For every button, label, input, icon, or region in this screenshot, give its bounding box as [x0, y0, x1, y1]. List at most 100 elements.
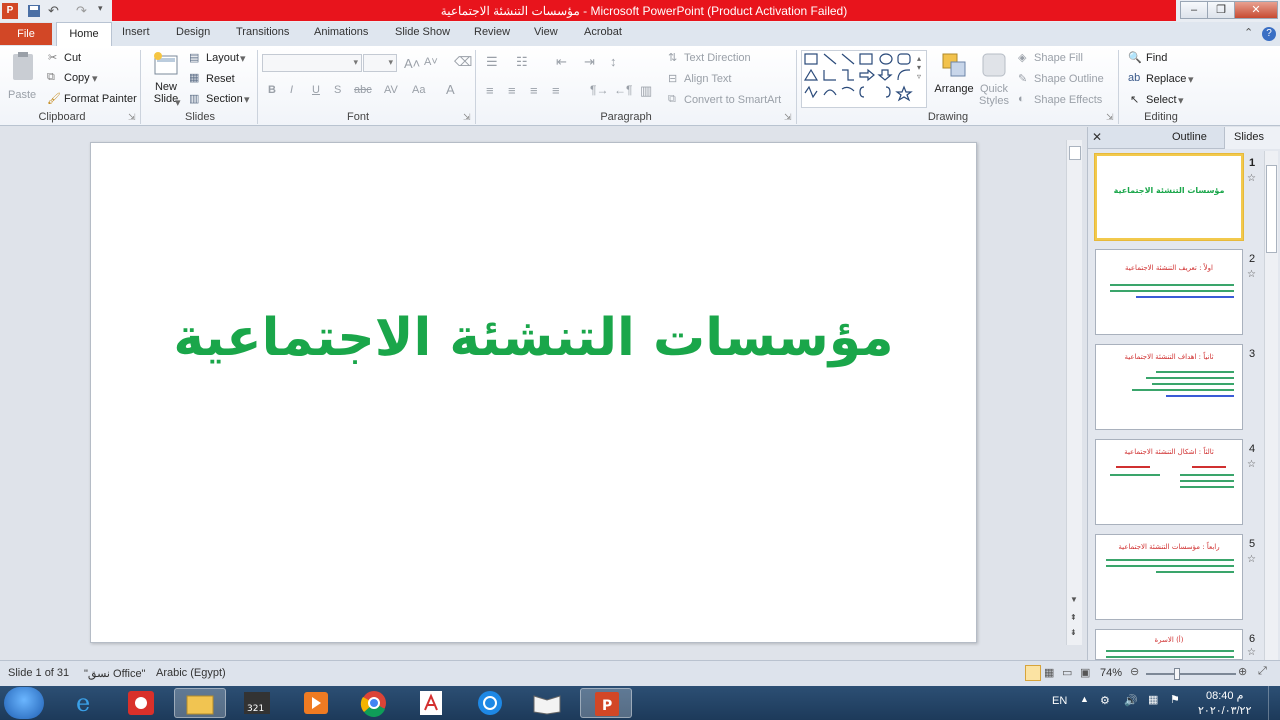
shape-effects-button[interactable]: Shape Effects	[1034, 94, 1102, 106]
volume-icon[interactable]: 🔊	[1124, 694, 1138, 707]
tab-home[interactable]: Home	[56, 22, 112, 46]
layout-dropdown-icon[interactable]: ▾	[240, 52, 246, 65]
slide-sorter-view-icon[interactable]: ▦	[1044, 666, 1054, 679]
redo-icon[interactable]: ↷	[76, 3, 92, 19]
ltr-icon[interactable]: ¶→	[590, 83, 608, 97]
slide-thumbnail-2[interactable]: اولاً : تعريف التنشئة الاجتماعية	[1095, 249, 1243, 335]
font-size-select[interactable]: ▾	[363, 54, 397, 72]
slide-thumbnail-5[interactable]: رابعاً : مؤسسات التنشئة الاجتماعية	[1095, 534, 1243, 620]
font-launcher-icon[interactable]: ⇲	[463, 112, 471, 123]
paragraph-launcher-icon[interactable]: ⇲	[784, 112, 792, 123]
zoom-slider[interactable]	[1146, 668, 1236, 680]
copy-dropdown-icon[interactable]: ▾	[92, 72, 98, 85]
taskbar-explorer-icon[interactable]	[174, 688, 226, 718]
minimize-button[interactable]: –	[1180, 1, 1208, 19]
powerpoint-logo-icon[interactable]: P	[2, 3, 18, 19]
close-button[interactable]: ✕	[1234, 1, 1278, 19]
section-dropdown-icon[interactable]: ▾	[244, 93, 250, 106]
zoom-slider-thumb[interactable]	[1174, 668, 1180, 680]
zoom-in-icon[interactable]: ⊕	[1238, 665, 1247, 678]
shapes-gallery[interactable]	[801, 50, 927, 108]
justify-icon[interactable]: ≡	[552, 83, 560, 98]
shape-outline-button[interactable]: Shape Outline	[1034, 73, 1104, 85]
quick-styles-button[interactable]: Quick Styles	[976, 50, 1012, 108]
taskbar-sync-icon[interactable]	[464, 688, 516, 718]
clear-formatting-icon[interactable]: ⌫	[454, 54, 472, 70]
next-slide-icon[interactable]: ⇟	[1070, 628, 1077, 637]
slide-title[interactable]: مؤسسات التنشئة الاجتماعية	[91, 308, 976, 368]
taskbar-acrobat-icon[interactable]	[406, 688, 458, 718]
taskbar-media-icon[interactable]	[290, 688, 342, 718]
slide-thumbnail-1[interactable]: مؤسسات التنشئة الاجتماعية	[1095, 154, 1243, 240]
tab-design[interactable]: Design	[176, 26, 210, 38]
change-case-icon[interactable]: Aa	[412, 84, 425, 96]
taskbar-powerpoint-icon[interactable]: P	[580, 688, 632, 718]
slide-show-view-icon[interactable]: ▣	[1080, 666, 1090, 679]
language-bar[interactable]: EN	[1052, 695, 1067, 707]
taskbar-media-player-classic-icon[interactable]: 321	[232, 688, 284, 718]
tab-acrobat[interactable]: Acrobat	[584, 26, 622, 38]
scroll-thumb[interactable]	[1069, 146, 1081, 160]
text-direction-button[interactable]: Text Direction	[684, 52, 751, 64]
rtl-icon[interactable]: ←¶	[614, 83, 632, 97]
clipboard-launcher-icon[interactable]: ⇲	[128, 112, 136, 123]
drawing-launcher-icon[interactable]: ⇲	[1106, 112, 1114, 123]
italic-icon[interactable]: I	[290, 84, 293, 96]
tab-review[interactable]: Review	[474, 26, 510, 38]
slide-thumbnail-3[interactable]: ثانياً : اهداف التنشئة الاجتماعية	[1095, 344, 1243, 430]
cut-button[interactable]: Cut	[64, 52, 81, 64]
tray-app-icon[interactable]: ⚙	[1100, 694, 1110, 707]
convert-smartart-button[interactable]: Convert to SmartArt	[684, 94, 781, 106]
tab-file[interactable]: File	[0, 23, 52, 45]
grow-font-icon[interactable]: A˄	[404, 56, 420, 71]
line-spacing-icon[interactable]: ↕	[610, 54, 617, 69]
find-button[interactable]: Find	[1146, 52, 1167, 64]
tab-view[interactable]: View	[534, 26, 558, 38]
select-dropdown-icon[interactable]: ▾	[1178, 94, 1184, 107]
format-painter-button[interactable]: Format Painter	[64, 93, 137, 105]
columns-icon[interactable]: ▥	[640, 83, 652, 99]
copy-button[interactable]: Copy	[64, 72, 90, 84]
align-right-icon[interactable]: ≡	[530, 83, 538, 98]
fit-to-window-icon[interactable]: ⤢	[1258, 665, 1267, 678]
tab-insert[interactable]: Insert	[122, 26, 150, 38]
zoom-level[interactable]: 74%	[1100, 667, 1122, 679]
editor-vertical-scrollbar[interactable]: ▼ ⇞ ⇟	[1066, 140, 1082, 645]
pane-scrollbar[interactable]	[1264, 151, 1278, 660]
section-button[interactable]: Section	[206, 93, 243, 105]
align-text-button[interactable]: Align Text	[684, 73, 732, 85]
strikethrough-icon[interactable]: abc	[354, 84, 372, 96]
align-center-icon[interactable]: ≡	[508, 83, 516, 98]
bullets-icon[interactable]: ☰	[486, 54, 498, 70]
shape-fill-button[interactable]: Shape Fill	[1034, 52, 1083, 64]
taskbar-chrome-icon[interactable]	[348, 688, 400, 718]
tab-slide-show[interactable]: Slide Show	[395, 26, 450, 38]
underline-icon[interactable]: U	[312, 84, 320, 96]
shadow-icon[interactable]: S	[334, 84, 341, 96]
normal-view-icon[interactable]	[1025, 665, 1041, 681]
show-desktop-button[interactable]	[1268, 686, 1280, 720]
replace-dropdown-icon[interactable]: ▾	[1188, 73, 1194, 86]
taskbar-reader-icon[interactable]	[522, 688, 574, 718]
paste-button[interactable]: Paste	[8, 50, 38, 101]
slide-thumbnail-6[interactable]: (أ) الاسرة	[1095, 629, 1243, 660]
select-button[interactable]: Select	[1146, 94, 1177, 106]
reading-view-icon[interactable]: ▭	[1062, 666, 1072, 679]
tray-expand-icon[interactable]: ▲	[1080, 694, 1089, 704]
save-icon[interactable]	[26, 3, 42, 19]
new-slide-dropdown-icon[interactable]: ▾	[175, 96, 181, 109]
slide-thumbnail-4[interactable]: ثالثاً : اشكال التنشئة الاجتماعية	[1095, 439, 1243, 525]
tab-transitions[interactable]: Transitions	[236, 26, 289, 38]
clock-time[interactable]: 08:40 م	[1206, 689, 1243, 702]
pane-scroll-thumb[interactable]	[1266, 165, 1277, 253]
font-color-icon[interactable]: A	[446, 82, 455, 97]
taskbar-app-red-icon[interactable]	[116, 688, 168, 718]
ribbon-minimize-icon[interactable]: ⌃	[1244, 26, 1253, 39]
slide-canvas[interactable]: مؤسسات التنشئة الاجتماعية	[90, 142, 977, 643]
clock-date[interactable]: ٢٠٢٠/٠٣/٢٢	[1198, 704, 1251, 717]
align-left-icon[interactable]: ≡	[486, 83, 494, 98]
numbering-icon[interactable]: ☷	[516, 54, 528, 70]
zoom-out-icon[interactable]: ⊖	[1130, 665, 1139, 678]
scroll-down-icon[interactable]: ▼	[1070, 595, 1078, 604]
language-indicator[interactable]: Arabic (Egypt)	[156, 667, 226, 679]
